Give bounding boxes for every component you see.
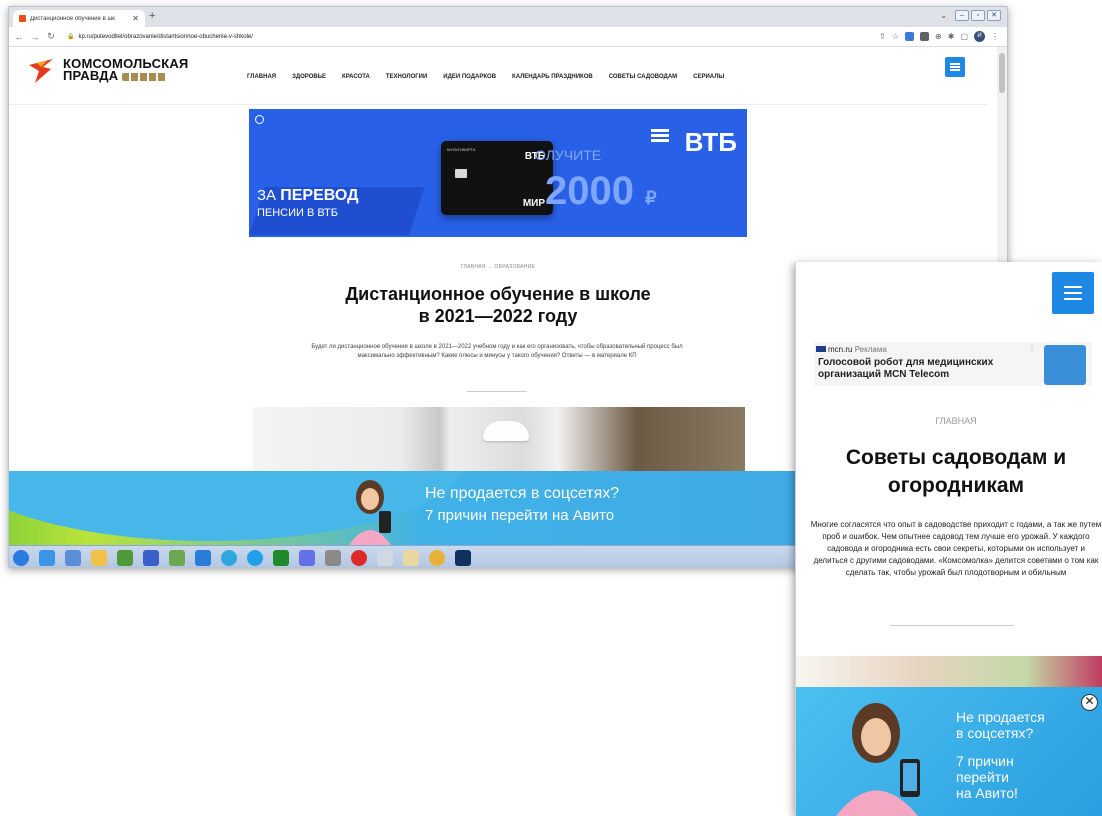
mobile-avito-headline: Не продается в соцсетях? <box>956 709 1045 741</box>
avito-subline: 7 причин перейти на Авито <box>425 507 615 524</box>
taskbar-app-icon[interactable] <box>377 550 393 566</box>
taskbar-chrome-icon[interactable] <box>429 550 445 566</box>
minimize-button[interactable]: – <box>955 10 969 21</box>
medals-icon <box>122 72 167 81</box>
vtb-ad-line2: ПЕНСИИ В ВТБ <box>257 207 338 219</box>
site-logo[interactable]: КОМСОМОЛЬСКАЯ ПРАВДА <box>27 55 188 85</box>
extension-toolbar: ⇪ ☆ ⊕ ✱ ▢ И ⋮ <box>879 31 999 42</box>
divider <box>890 625 1014 626</box>
new-tab-icon[interactable]: + <box>149 10 155 22</box>
vtb-logo-lines-icon <box>651 129 669 143</box>
article-photo <box>253 407 745 471</box>
vtb-ad-poluchite: ОЛУЧИТЕ <box>535 147 602 163</box>
ad-title: Голосовой робот для медицинских организа… <box>818 357 994 380</box>
scrollbar-thumb[interactable] <box>999 53 1005 93</box>
reload-icon[interactable]: ↻ <box>45 31 57 42</box>
woman-with-phone-image <box>836 703 920 816</box>
mcn-logo-icon <box>816 346 826 352</box>
logo-line2: ПРАВДА <box>63 68 119 83</box>
close-ad-icon[interactable]: ✕ <box>1081 694 1098 711</box>
chevron-down-icon[interactable]: ⌄ <box>940 11 947 20</box>
article-lead: Будет ли дистанционное обучение в школе … <box>311 344 683 359</box>
taskbar-telegram-icon[interactable] <box>221 550 237 566</box>
tab-bar: Дистанционное обучение в шк ✕ + ⌄ – ▫ ✕ <box>9 7 1007 27</box>
window-controls: ⌄ – ▫ ✕ <box>940 10 1001 21</box>
woman-with-phone-image <box>349 480 391 545</box>
close-window-button[interactable]: ✕ <box>987 10 1001 21</box>
back-icon[interactable]: ← <box>13 32 25 42</box>
taskbar-app-icon[interactable] <box>117 550 133 566</box>
divider <box>467 391 527 392</box>
card-label: МУЛЬТИКАРТА <box>447 147 476 152</box>
site-header: КОМСОМОЛЬСКАЯ ПРАВДА ГЛАВНАЯ ЗДОРОВЬЕ КР… <box>9 47 987 105</box>
taskbar-save-icon[interactable] <box>143 550 159 566</box>
vtb-ad-line1: ЗА ПЕРЕВОД <box>257 187 359 204</box>
nav-link-holidays[interactable]: КАЛЕНДАРЬ ПРАЗДНИКОВ <box>512 74 593 80</box>
taskbar-app-icon[interactable] <box>39 550 55 566</box>
tab-title: Дистанционное обучение в шк <box>30 15 115 22</box>
vtb-ad-banner[interactable]: ЗА ПЕРЕВОД ПЕНСИИ В ВТБ МУЛЬТИКАРТА ВТБ … <box>249 109 747 237</box>
ad-source: mcn.ru Реклама <box>816 345 887 354</box>
puzzle-icon[interactable]: ✱ <box>948 32 955 41</box>
globe-icon[interactable]: ⊕ <box>935 32 942 41</box>
avito-headline: Не продается в соцсетях? <box>425 485 620 502</box>
extension-icon[interactable] <box>920 32 930 41</box>
bookmark-star-icon[interactable]: ☆ <box>892 32 899 41</box>
mobile-breadcrumb[interactable]: ГЛАВНАЯ <box>796 416 1102 426</box>
site-favicon-icon <box>19 15 26 22</box>
taskbar-app-icon[interactable] <box>403 550 419 566</box>
taskbar-discord-icon[interactable] <box>299 550 315 566</box>
nav-link-gifts[interactable]: ИДЕИ ПОДАРКОВ <box>443 74 496 80</box>
taskbar-folder-icon[interactable] <box>91 550 107 566</box>
taskbar-app-icon[interactable] <box>65 550 81 566</box>
taskbar-app-icon[interactable] <box>273 550 289 566</box>
mobile-article-lead: Многие согласятся что опыт в садоводстве… <box>810 520 1102 577</box>
extension-icon[interactable] <box>905 32 915 41</box>
address-bar: ← → ↻ 🔒 kp.ru/putevoditel/obrazovanie/di… <box>9 27 1007 47</box>
maximize-button[interactable]: ▫ <box>971 10 985 21</box>
browser-tab[interactable]: Дистанционное обучение в шк ✕ <box>13 10 145 27</box>
lock-icon[interactable]: 🔒 <box>67 33 74 40</box>
nav-link-beauty[interactable]: КРАСОТА <box>342 74 370 80</box>
mobile-avito-subline: 7 причин перейти на Авито! <box>956 753 1018 801</box>
mobile-text-ad[interactable]: mcn.ru Реклама ⋮ Голосовой робот для мед… <box>814 342 1092 386</box>
main-nav: ГЛАВНАЯ ЗДОРОВЬЕ КРАСОТА ТЕХНОЛОГИИ ИДЕИ… <box>247 74 724 80</box>
vtb-logo: ВТБ <box>684 127 737 157</box>
mobile-hamburger-menu-icon[interactable] <box>1052 272 1094 314</box>
taskbar-app-icon[interactable] <box>169 550 185 566</box>
mobile-page-title: Советы садоводам и огородникам <box>845 446 1067 497</box>
close-tab-icon[interactable]: ✕ <box>132 14 139 23</box>
mobile-view: mcn.ru Реклама ⋮ Голосовой робот для мед… <box>795 262 1102 816</box>
nav-link-health[interactable]: ЗДОРОВЬЕ <box>292 74 326 80</box>
taskbar-opera-icon[interactable] <box>351 550 367 566</box>
vtb-ad-amount: 2000 ₽ <box>545 169 657 213</box>
ad-menu-icon[interactable]: ⋮ <box>1028 344 1036 353</box>
taskbar-vscode-icon[interactable] <box>195 550 211 566</box>
mobile-avito-ad[interactable]: Не продается в соцсетях? 7 причин перейт… <box>796 687 1102 816</box>
share-icon[interactable]: ⇪ <box>879 32 886 41</box>
url-field[interactable]: kp.ru/putevoditel/obrazovanie/distantsio… <box>78 34 252 40</box>
ad-thumbnail <box>1044 345 1086 385</box>
nav-link-home[interactable]: ГЛАВНАЯ <box>247 74 276 80</box>
nav-link-series[interactable]: СЕРИАЛЫ <box>693 74 724 80</box>
logo-bird-icon <box>29 59 53 83</box>
card-system: МИР <box>522 198 545 209</box>
profile-avatar[interactable]: И <box>974 31 985 42</box>
taskbar-app-icon[interactable] <box>325 550 341 566</box>
sidebar-icon[interactable]: ▢ <box>960 32 968 41</box>
card-chip-icon <box>455 169 467 178</box>
nav-link-garden[interactable]: СОВЕТЫ САДОВОДАМ <box>609 74 677 80</box>
hamburger-menu-icon[interactable] <box>945 57 965 77</box>
page-title: Дистанционное обучение в школе в 2021—20… <box>345 284 651 326</box>
forward-icon[interactable]: → <box>29 32 41 42</box>
ad-info-icon[interactable] <box>255 115 264 124</box>
nav-link-tech[interactable]: ТЕХНОЛОГИИ <box>386 74 427 80</box>
taskbar-skype-icon[interactable] <box>247 550 263 566</box>
start-button[interactable] <box>13 550 29 566</box>
taskbar-photoshop-icon[interactable] <box>455 550 471 566</box>
lamp-shape <box>483 421 529 441</box>
menu-dots-icon[interactable]: ⋮ <box>991 32 999 41</box>
